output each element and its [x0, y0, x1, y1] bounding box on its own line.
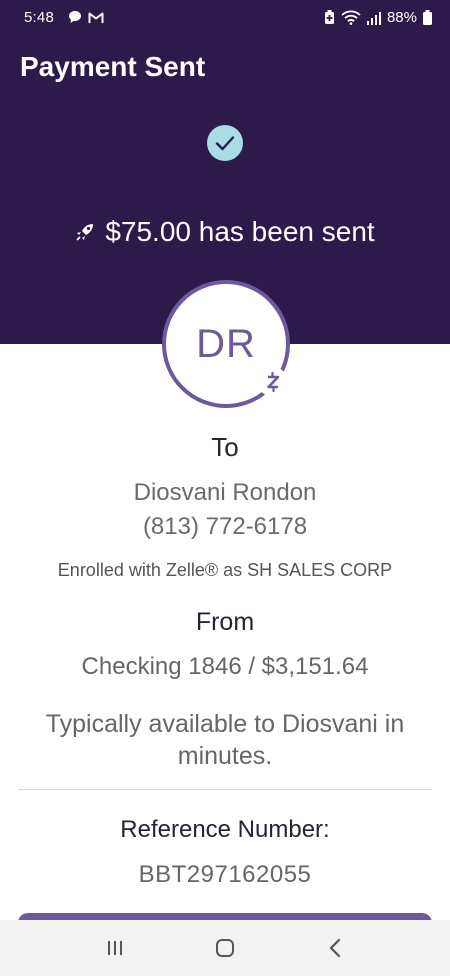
signal-icon [366, 11, 381, 25]
to-label: To [211, 432, 239, 462]
recent-apps-button[interactable] [95, 928, 135, 968]
status-bar: 5:48 88% [0, 0, 450, 36]
divider [18, 789, 432, 790]
notification-icons [68, 10, 104, 24]
rocket-icon [76, 224, 94, 241]
back-button[interactable] [315, 928, 355, 968]
success-badge [207, 125, 243, 161]
battery-percentage: 88% [386, 9, 417, 26]
enrollment-info: Enrolled with Zelle® as SH SALES CORP [57, 560, 393, 580]
gmail-icon [88, 12, 104, 23]
battery-saver-icon [324, 10, 334, 24]
recipient-phone: (813) 772-6178 [142, 513, 308, 540]
recipient-name: Diosvani Rondon [133, 479, 317, 506]
system-nav-bar [0, 920, 450, 976]
home-icon [216, 939, 234, 957]
source-account: Checking 1846 / $3,151.64 [81, 653, 369, 680]
zelle-icon [267, 372, 280, 392]
check-icon [215, 136, 235, 151]
status-time: 5:48 [24, 9, 54, 26]
battery-icon [423, 10, 432, 25]
back-icon [329, 938, 341, 958]
recent-apps-icon [108, 941, 122, 955]
status-right: 88% [324, 9, 432, 26]
availability-note: Typically available to Diosvani in minut… [45, 710, 405, 770]
zelle-badge [258, 367, 288, 397]
sent-message: $75.00 has been sent [0, 216, 450, 248]
chat-icon [69, 11, 81, 23]
avatar-initials: DR [196, 321, 256, 366]
reference-number: BBT297162055 [138, 861, 312, 888]
page-title: Payment Sent [20, 51, 206, 82]
from-label: From [195, 608, 255, 636]
amount-sent-text: $75.00 has been sent [105, 216, 375, 247]
reference-label: Reference Number: [120, 816, 330, 843]
home-button[interactable] [205, 928, 245, 968]
wifi-icon [341, 10, 361, 25]
